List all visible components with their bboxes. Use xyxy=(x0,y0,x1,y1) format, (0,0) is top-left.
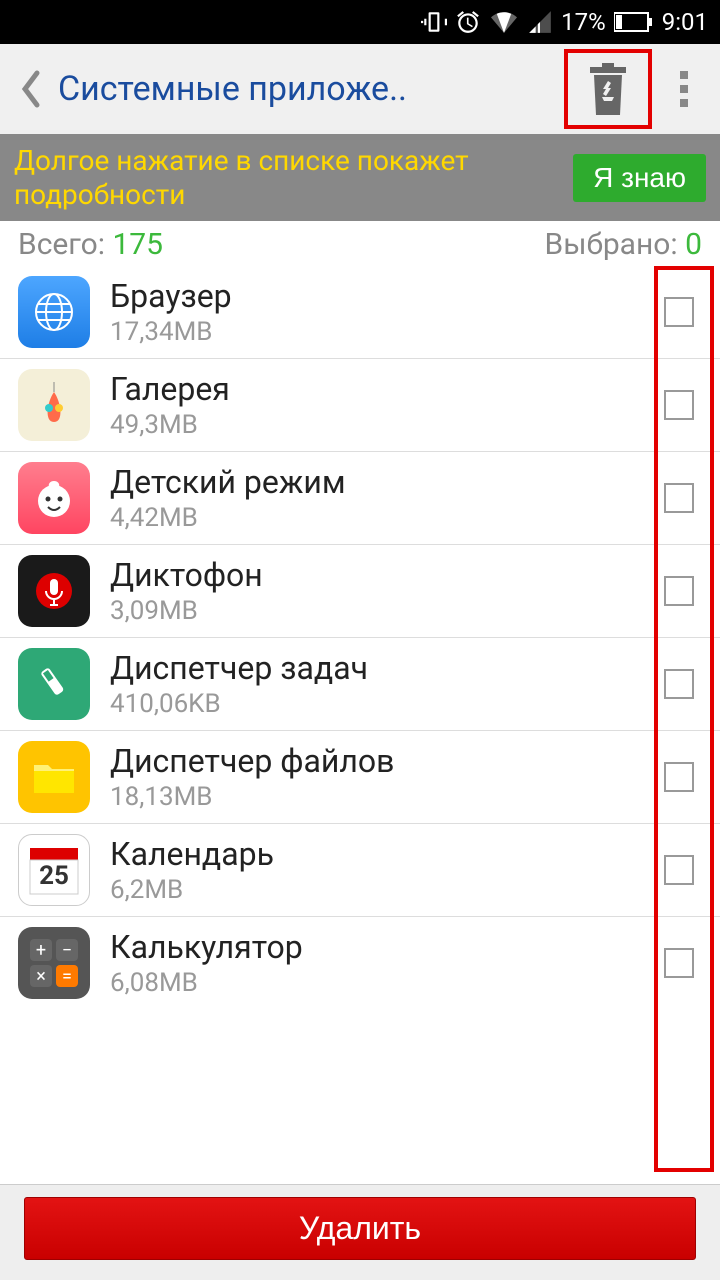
app-name: Диктофон xyxy=(110,556,644,594)
svg-text:−: − xyxy=(62,940,72,961)
checkbox[interactable] xyxy=(664,855,694,885)
clock: 9:01 xyxy=(662,8,708,36)
app-size: 18,13MB xyxy=(110,782,644,812)
list-item[interactable]: Браузер17,34MB xyxy=(0,266,720,359)
page-title: Системные приложе.. xyxy=(58,69,556,109)
list-item[interactable]: Диктофон3,09MB xyxy=(0,545,720,638)
total-count: Всего: 175 xyxy=(18,227,545,262)
app-name: Календарь xyxy=(110,835,644,873)
svg-text:×: × xyxy=(36,966,46,987)
checkbox[interactable] xyxy=(664,390,694,420)
recycle-icon xyxy=(586,63,630,115)
app-icon-kids xyxy=(18,462,90,534)
recycle-bin-button[interactable] xyxy=(564,49,652,129)
checkbox[interactable] xyxy=(664,948,694,978)
counts-bar: Всего: 175 Выбрано: 0 xyxy=(0,221,720,266)
list-item[interactable]: 25 Календарь6,2MB xyxy=(0,824,720,917)
app-size: 6,08MB xyxy=(110,968,644,998)
app-name: Детский режим xyxy=(110,463,644,501)
status-bar: 17% 9:01 xyxy=(0,0,720,44)
list-item[interactable]: Галерея49,3MB xyxy=(0,359,720,452)
list-item[interactable]: Детский режим4,42MB xyxy=(0,452,720,545)
back-button[interactable] xyxy=(10,59,50,119)
app-icon-taskmanager xyxy=(18,648,90,720)
app-size: 3,09MB xyxy=(110,596,644,626)
checkbox[interactable] xyxy=(664,669,694,699)
app-name: Диспетчер задач xyxy=(110,649,644,687)
svg-text:25: 25 xyxy=(39,861,69,891)
app-list: Браузер17,34MB Галерея49,3MB Детский реж… xyxy=(0,266,720,1009)
vertical-dots-icon xyxy=(680,69,690,109)
checkbox[interactable] xyxy=(664,297,694,327)
app-icon-dictaphone xyxy=(18,555,90,627)
signal-icon xyxy=(527,9,553,35)
vibrate-icon xyxy=(421,9,447,35)
list-item[interactable]: Диспетчер задач410,06KB xyxy=(0,638,720,731)
app-icon-browser xyxy=(18,276,90,348)
battery-icon xyxy=(614,11,654,33)
svg-text:=: = xyxy=(62,966,72,987)
delete-button[interactable]: Удалить xyxy=(24,1197,696,1260)
tip-banner: Долгое нажатие в списке покажет подробно… xyxy=(0,134,720,221)
overflow-menu-button[interactable] xyxy=(660,69,710,109)
tip-text: Долгое нажатие в списке покажет подробно… xyxy=(14,144,561,211)
app-name: Диспетчер файлов xyxy=(110,742,644,780)
app-size: 49,3MB xyxy=(110,410,644,440)
list-item[interactable]: +−× = Калькулятор6,08MB xyxy=(0,917,720,1009)
app-size: 4,42MB xyxy=(110,503,644,533)
app-icon-calendar: 25 xyxy=(18,834,90,906)
alarm-icon xyxy=(455,9,481,35)
app-icon-filemanager xyxy=(18,741,90,813)
checkbox[interactable] xyxy=(664,762,694,792)
checkbox[interactable] xyxy=(664,483,694,513)
checkbox[interactable] xyxy=(664,576,694,606)
footer: Удалить xyxy=(0,1184,720,1280)
app-bar: Системные приложе.. xyxy=(0,44,720,134)
selected-count: Выбрано: 0 xyxy=(545,227,703,262)
app-size: 17,34MB xyxy=(110,317,644,347)
app-icon-gallery xyxy=(18,369,90,441)
dismiss-tip-button[interactable]: Я знаю xyxy=(573,154,706,202)
svg-text:+: + xyxy=(36,940,46,961)
app-name: Калькулятор xyxy=(110,928,644,966)
app-name: Браузер xyxy=(110,277,644,315)
wifi-icon xyxy=(489,9,519,35)
app-size: 410,06KB xyxy=(110,689,644,719)
app-size: 6,2MB xyxy=(110,875,644,905)
app-icon-calculator: +−× = xyxy=(18,927,90,999)
battery-percent: 17% xyxy=(561,8,606,36)
list-item[interactable]: Диспетчер файлов18,13MB xyxy=(0,731,720,824)
app-name: Галерея xyxy=(110,370,644,408)
